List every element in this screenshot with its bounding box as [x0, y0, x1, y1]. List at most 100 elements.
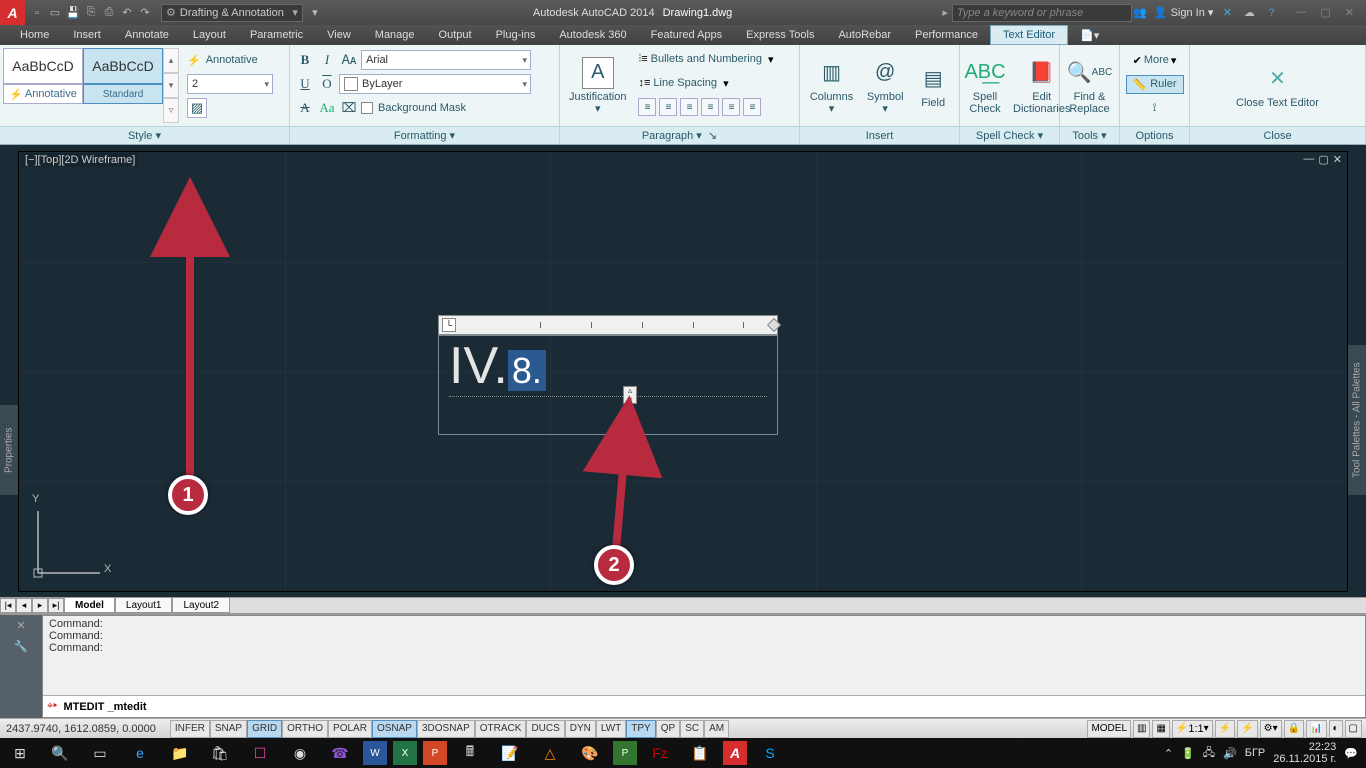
- infocenter-icon[interactable]: 👥: [1132, 5, 1148, 21]
- toggle-ducs[interactable]: DUCS: [526, 720, 564, 738]
- tab-home[interactable]: Home: [8, 25, 61, 45]
- vlc-icon[interactable]: △: [530, 738, 570, 768]
- strike-button[interactable]: A: [295, 98, 315, 118]
- toggle-lwt[interactable]: LWT: [596, 720, 626, 738]
- tab-annotate[interactable]: Annotate: [113, 25, 181, 45]
- find-button[interactable]: 🔍ABCFind & Replace: [1063, 48, 1115, 123]
- align-distribute[interactable]: ≡: [743, 98, 761, 116]
- panel-title-paragraph[interactable]: Paragraph ▾ ↘: [560, 126, 799, 144]
- align-right[interactable]: ≡: [701, 98, 719, 116]
- status-layout-icon[interactable]: ▥: [1133, 720, 1150, 738]
- powerpoint-icon[interactable]: P: [423, 741, 447, 765]
- ruler-tab-icon[interactable]: └: [442, 318, 456, 332]
- app-logo[interactable]: A: [0, 0, 25, 25]
- help-icon[interactable]: ?: [1263, 5, 1279, 21]
- toggle-snap[interactable]: SNAP: [210, 720, 247, 738]
- excel-icon[interactable]: X: [393, 741, 417, 765]
- bgmask-check[interactable]: [361, 102, 373, 114]
- status-quickview-icon[interactable]: ▦: [1152, 720, 1169, 738]
- calc-icon[interactable]: 🖩: [450, 738, 490, 768]
- mtext-content-big[interactable]: IV.: [449, 337, 508, 395]
- tab-autodesk360[interactable]: Autodesk 360: [547, 25, 638, 45]
- drawing-area[interactable]: [−][Top][2D Wireframe] — ▢ ✕ Y X Propert…: [0, 145, 1366, 598]
- toggle-polar[interactable]: POLAR: [328, 720, 372, 738]
- taskview-icon[interactable]: ▭: [80, 738, 120, 768]
- layout-tab-1[interactable]: Layout1: [115, 598, 173, 613]
- toggle-dyn[interactable]: DYN: [565, 720, 596, 738]
- notes-icon[interactable]: 📝: [490, 738, 530, 768]
- toggle-am[interactable]: AM: [704, 720, 729, 738]
- toggle-sc[interactable]: SC: [680, 720, 704, 738]
- redo-icon[interactable]: ↷: [137, 5, 153, 21]
- paint-icon[interactable]: 🎨: [570, 738, 610, 768]
- undo-icon[interactable]: ↶: [119, 5, 135, 21]
- new-icon[interactable]: ▫: [29, 5, 45, 21]
- isolate-icon[interactable]: ◐: [1329, 720, 1343, 738]
- cmd-close-icon[interactable]: ✕: [16, 619, 25, 632]
- command-history[interactable]: Command: Command: Command:: [43, 616, 1365, 695]
- word-icon[interactable]: W: [363, 741, 387, 765]
- model-button[interactable]: MODEL: [1087, 720, 1131, 738]
- symbol-button[interactable]: @Symbol▾: [861, 48, 910, 123]
- font-combo[interactable]: Arial: [361, 50, 531, 70]
- layout-last[interactable]: ▸|: [48, 598, 64, 613]
- align-center[interactable]: ≡: [680, 98, 698, 116]
- app-icon-2[interactable]: 📋: [680, 738, 720, 768]
- close-editor-button[interactable]: ✕Close Text Editor: [1230, 48, 1325, 123]
- panel-title-style[interactable]: Style ▾: [0, 126, 289, 144]
- tab-parametric[interactable]: Parametric: [238, 25, 315, 45]
- tray-network-icon[interactable]: 🖧: [1203, 744, 1215, 763]
- toggle-infer[interactable]: INFER: [170, 720, 210, 738]
- spellcheck-button[interactable]: AB͟CSpell Check: [963, 48, 1007, 123]
- exchange-icon[interactable]: ✕: [1219, 5, 1235, 21]
- style-standard[interactable]: AaBbCcD: [83, 48, 163, 84]
- ruler-button[interactable]: 📏Ruler: [1126, 75, 1184, 94]
- layout-tab-2[interactable]: Layout2: [172, 598, 230, 613]
- save-icon[interactable]: 💾: [65, 5, 81, 21]
- viewport-minimize[interactable]: —: [1303, 153, 1314, 166]
- search-input[interactable]: Type a keyword or phrase: [952, 4, 1132, 22]
- mtext-ruler[interactable]: └: [438, 315, 778, 335]
- bgmask-label[interactable]: Background Mask: [378, 102, 466, 114]
- italic-button[interactable]: I: [317, 50, 337, 70]
- cloud-icon[interactable]: ☁: [1241, 5, 1257, 21]
- workspace-combo[interactable]: ⚙Drafting & Annotation: [161, 4, 303, 22]
- saveas-icon[interactable]: ⎘: [83, 5, 99, 21]
- overline-button[interactable]: O: [317, 74, 337, 94]
- case-button[interactable]: Aa: [317, 98, 337, 118]
- tab-view[interactable]: View: [315, 25, 363, 45]
- tray-clock[interactable]: 22:2326.11.2015 г.: [1273, 741, 1336, 765]
- spacing-button[interactable]: Line Spacing: [653, 77, 717, 89]
- start-button[interactable]: ⊞: [0, 738, 40, 768]
- layout-next[interactable]: ▸: [32, 598, 48, 613]
- layout-first[interactable]: |◂: [0, 598, 16, 613]
- align-left[interactable]: ≡: [659, 98, 677, 116]
- annotative-option[interactable]: Annotative: [206, 54, 258, 66]
- bold-button[interactable]: B: [295, 50, 315, 70]
- layout-tab-model[interactable]: Model: [64, 598, 115, 613]
- properties-palette-tab[interactable]: Properties: [0, 405, 18, 495]
- tab-performance[interactable]: Performance: [903, 25, 990, 45]
- close-button[interactable]: ✕: [1345, 6, 1354, 19]
- clear-button[interactable]: ⌧: [339, 98, 359, 118]
- toggle-grid[interactable]: GRID: [247, 720, 282, 738]
- toggle-tpy[interactable]: TPY: [626, 720, 655, 738]
- tab-layout[interactable]: Layout: [181, 25, 238, 45]
- tab-express-tools[interactable]: Express Tools: [734, 25, 826, 45]
- qat-dropdown[interactable]: ▾: [307, 5, 323, 21]
- tray-battery-icon[interactable]: 🔋: [1181, 747, 1195, 760]
- viewport-maximize[interactable]: ▢: [1318, 153, 1328, 166]
- tray-volume-icon[interactable]: 🔊: [1223, 747, 1237, 760]
- skype-icon[interactable]: S: [750, 738, 790, 768]
- more-button[interactable]: More: [1144, 54, 1169, 66]
- viewport-label[interactable]: [−][Top][2D Wireframe]: [22, 153, 138, 167]
- align-default[interactable]: ≡: [638, 98, 656, 116]
- tool-palettes-tab[interactable]: Tool Palettes - All Palettes: [1348, 345, 1366, 495]
- maximize-button[interactable]: ▢: [1320, 6, 1330, 19]
- hardware-accel-icon[interactable]: 📊: [1306, 720, 1326, 738]
- tab-insert[interactable]: Insert: [61, 25, 113, 45]
- store-icon[interactable]: 🛍: [200, 738, 240, 768]
- layout-prev[interactable]: ◂: [16, 598, 32, 613]
- align-justify[interactable]: ≡: [722, 98, 740, 116]
- tab-featured-apps[interactable]: Featured Apps: [639, 25, 735, 45]
